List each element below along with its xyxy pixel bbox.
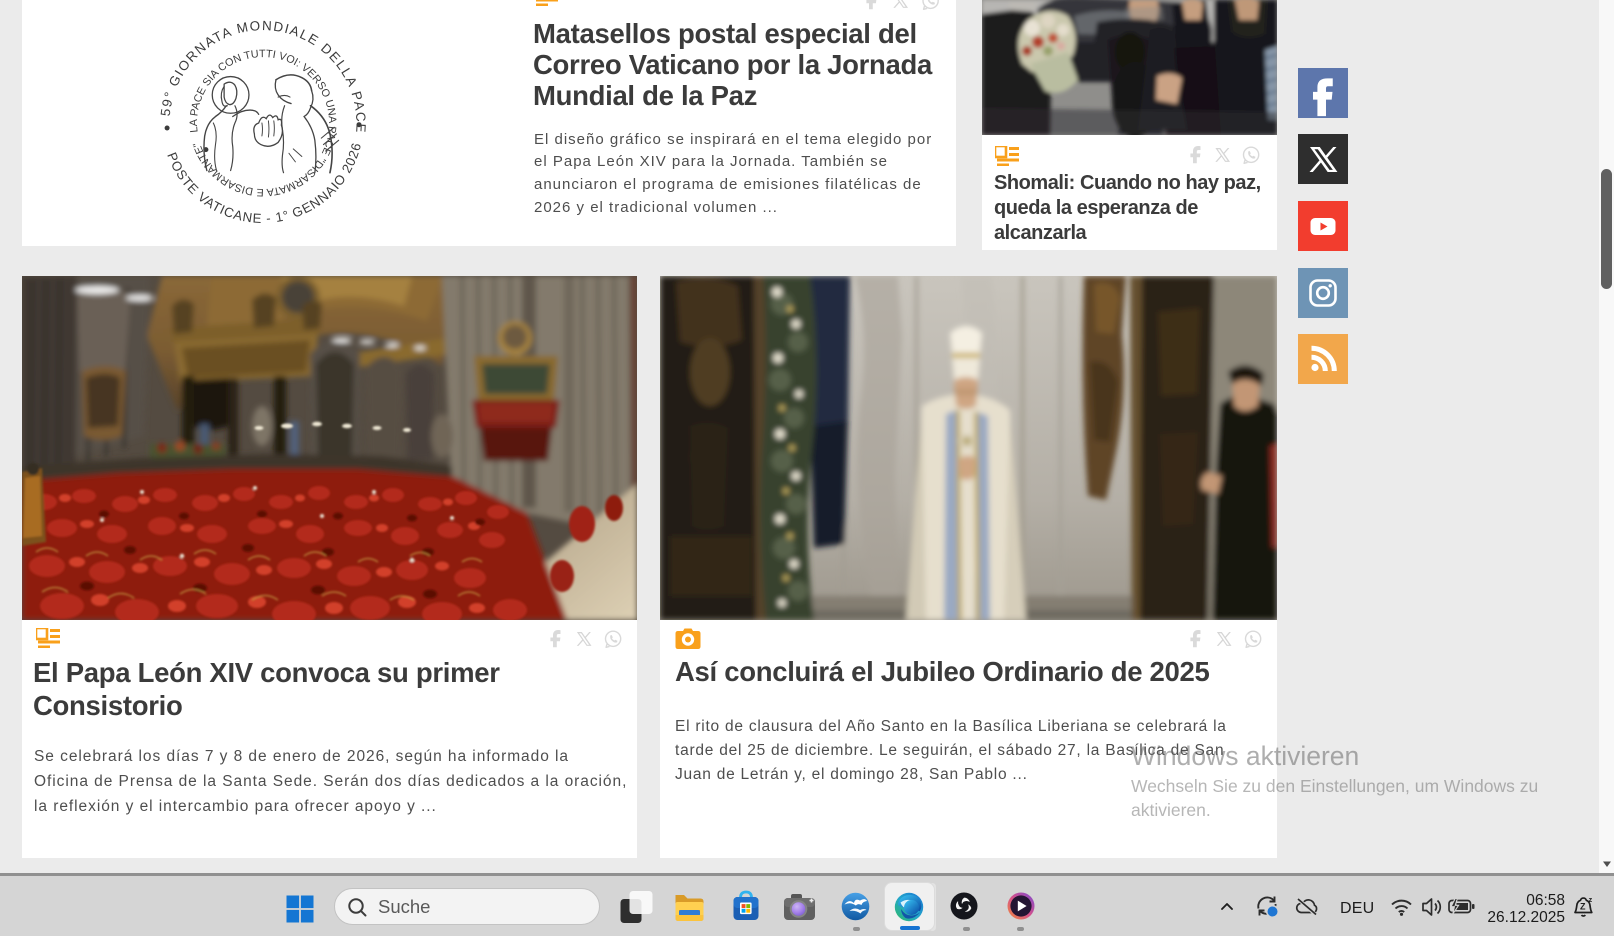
svg-text:z: z (1589, 896, 1593, 904)
svg-text:Z: Z (1580, 901, 1586, 911)
svg-text:POSTE VATICANE - 1° GENNAIO 20: POSTE VATICANE - 1° GENNAIO 2026 (164, 141, 364, 226)
svg-text:LA PACE SIA CON TUTTI VOI: VER: LA PACE SIA CON TUTTI VOI: VERSO UNA PAC… (188, 48, 338, 198)
